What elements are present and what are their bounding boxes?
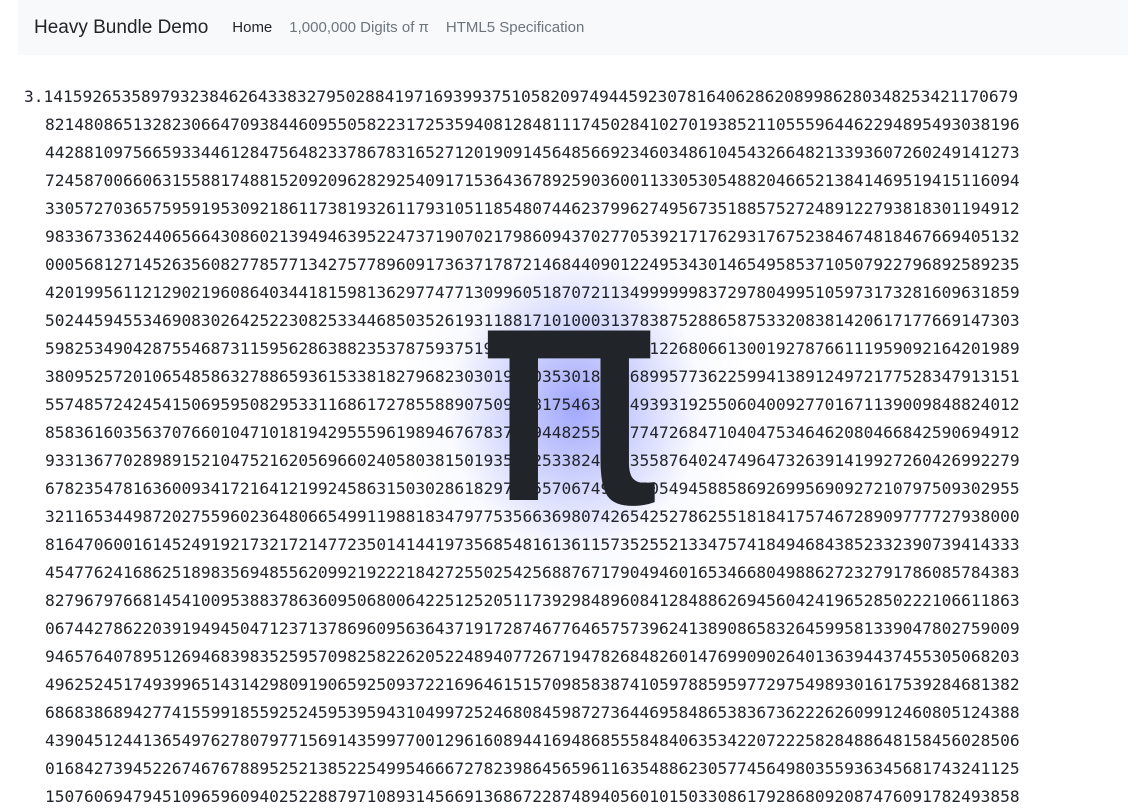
pi-digit-line: 3211653449872027559602364806654991198818… <box>45 507 1020 526</box>
pi-digit-line: 0005681271452635608277857713427577896091… <box>45 255 1020 274</box>
navbar: Heavy Bundle Demo Home 1,000,000 Digits … <box>18 0 1128 55</box>
pi-digit-line: 9331367702898915210475216205696602405803… <box>45 451 1020 470</box>
pi-digit-line: 4962524517493996514314298091906592509372… <box>45 675 1020 694</box>
nav-links: Home 1,000,000 Digits of π HTML5 Specifi… <box>232 19 601 36</box>
pi-digit-line: 3809525720106548586327886593615338182796… <box>45 367 1020 386</box>
pi-digit-line: 5574857242454150695950829533116861727855… <box>45 395 1020 414</box>
pi-digit-line: 8279679766814541009538837863609506800642… <box>45 591 1020 610</box>
pi-digit-line: 3.14159265358979323846264338327950288419… <box>24 87 1019 106</box>
pi-digit-line: 8583616035637076601047101819429555961989… <box>45 423 1020 442</box>
pi-digit-line: 4547762416862518983569485562099219222184… <box>45 563 1020 582</box>
pi-digit-line: 3305727036575959195309218611738193261179… <box>45 199 1020 218</box>
nav-link-html5-spec[interactable]: HTML5 Specification <box>446 19 584 36</box>
pi-digit-line: 4201995611212902196086403441815981362977… <box>45 283 1020 302</box>
nav-link-home[interactable]: Home <box>232 19 272 36</box>
pi-digit-line: 8214808651328230664709384460955058223172… <box>45 115 1020 134</box>
pi-digit-line: 7245870066063155881748815209209628292540… <box>45 171 1020 190</box>
pi-digit-line: 4390451244136549762780797715691435997700… <box>45 731 1020 750</box>
pi-digit-line: 6868386894277415599185592524595395943104… <box>45 703 1020 722</box>
pi-digit-line: 9465764078951269468398352595709825822620… <box>45 647 1020 666</box>
pi-digit-line: 8164706001614524919217321721477235014144… <box>45 535 1020 554</box>
pi-digits-text: 3.14159265358979323846264338327950288419… <box>24 83 1020 808</box>
brand-link[interactable]: Heavy Bundle Demo <box>34 17 208 39</box>
pi-digit-line: 4428810975665933446128475648233786783165… <box>45 143 1020 162</box>
pi-digit-line: 5024459455346908302642522308253344685035… <box>45 311 1020 330</box>
pi-digit-line: 6782354781636009341721641219924586315030… <box>45 479 1020 498</box>
pi-digit-line: 5982534904287554687311595628638823537875… <box>45 339 1020 358</box>
pi-digit-line: 0168427394522674676788952521385225499546… <box>45 759 1020 778</box>
pi-digits-content: 3.14159265358979323846264338327950288419… <box>0 56 1146 808</box>
pi-digit-line: 0674427862203919494504712371378696095636… <box>45 619 1020 638</box>
nav-link-pi-digits[interactable]: 1,000,000 Digits of π <box>289 19 429 36</box>
pi-digit-line: 9833673362440656643086021394946395224737… <box>45 227 1020 246</box>
pi-digit-line: 1507606947945109659609402522887971089314… <box>45 787 1020 806</box>
